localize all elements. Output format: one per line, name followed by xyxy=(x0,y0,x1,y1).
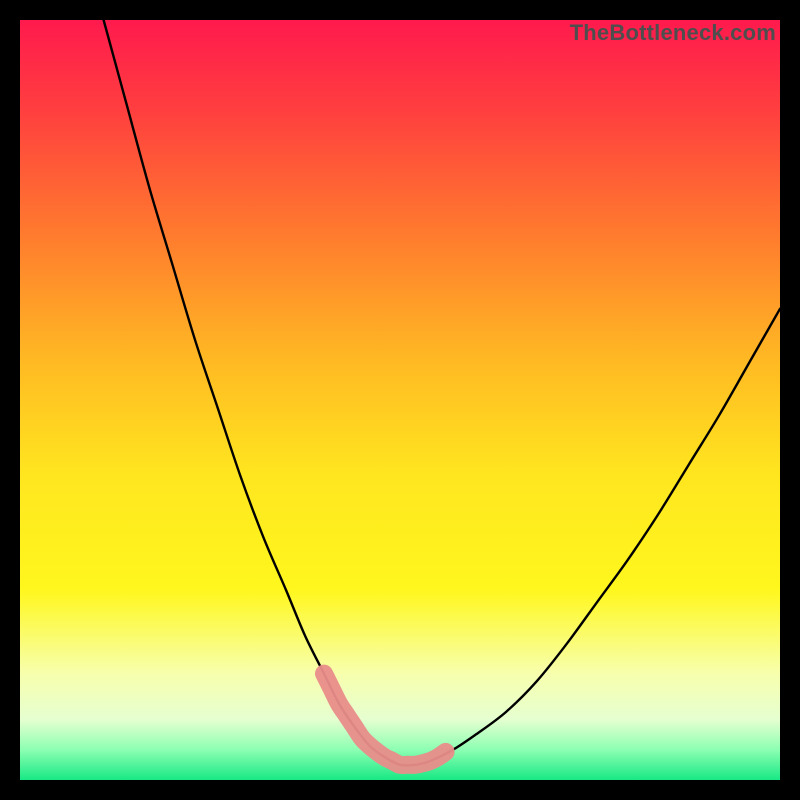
watermark-text: TheBottleneck.com xyxy=(570,20,776,46)
outer-frame: TheBottleneck.com xyxy=(0,0,800,800)
highlight-band-path xyxy=(324,674,446,765)
chart-svg xyxy=(20,20,780,780)
bottleneck-curve-path xyxy=(104,20,780,766)
